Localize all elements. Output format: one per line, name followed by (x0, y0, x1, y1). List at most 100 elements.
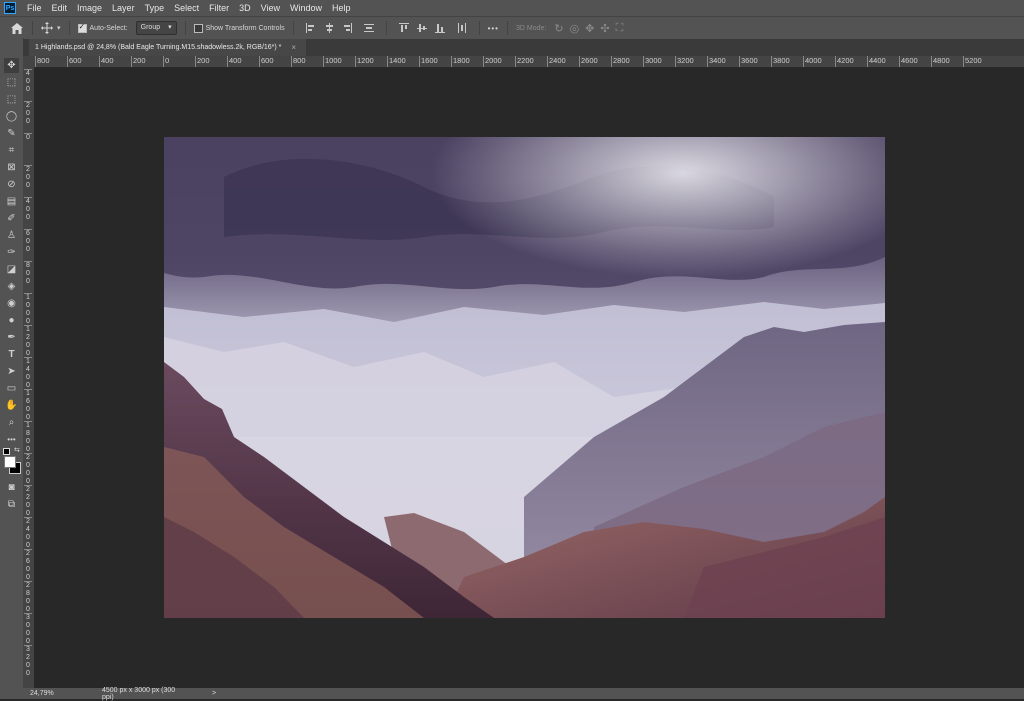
zoom-tool-icon[interactable]: ⌕ (4, 415, 19, 430)
default-colors-icon[interactable] (3, 448, 10, 455)
horizontal-ruler[interactable]: 800 600 400 200 0 200 400 600 800 1000 1200 1400 160… (23, 56, 1024, 68)
checkbox-checked-icon (77, 22, 87, 33)
vertical-ruler[interactable]: 4002000200400600800100012001400160018002… (23, 67, 35, 688)
scale-3d-icon[interactable]: ⛶ (616, 22, 624, 35)
status-bar: 24,79% 4500 px x 3000 px (300 ppi) > (0, 687, 1024, 701)
eyedropper-tool-icon[interactable]: ⊘ (4, 177, 19, 192)
foreground-color-swatch[interactable] (4, 456, 16, 468)
show-transform-controls-checkbox[interactable]: Show Transform Controls (193, 23, 285, 33)
ruler-tick-label: 600 (67, 56, 82, 67)
swap-colors-icon[interactable]: ⇆ (14, 446, 20, 454)
lasso-tool-icon[interactable]: ◯ (4, 109, 19, 124)
checkbox-unchecked-icon (193, 23, 203, 33)
menu-edit[interactable]: Edit (47, 0, 73, 16)
close-icon[interactable]: × (291, 43, 296, 52)
pen-tool-icon[interactable]: ✒ (4, 330, 19, 345)
zoom-level[interactable]: 24,79% (0, 690, 88, 697)
align-right-edges-icon[interactable] (342, 23, 352, 33)
align-bottom-edges-icon[interactable] (434, 23, 445, 33)
more-options-button[interactable]: ••• (488, 24, 499, 33)
ruler-tick-label: 4000 (803, 56, 822, 67)
menu-bar: Ps File Edit Image Layer Type Select Fil… (0, 0, 1024, 16)
status-menu-arrow-icon[interactable]: > (212, 690, 216, 697)
clone-stamp-tool-icon[interactable]: ♙ (4, 228, 19, 243)
paint-bucket-tool-icon[interactable]: ◈ (4, 279, 19, 294)
ruler-tick-label: 5200 (963, 56, 982, 67)
ruler-tick-label: 1800 (24, 421, 32, 454)
ruler-tick-label: 1200 (355, 56, 374, 67)
home-icon[interactable] (10, 21, 24, 35)
document-tab-title: 1 Highlands.psd @ 24,8% (Bald Eagle Turn… (35, 44, 282, 51)
align-vertical-centers-icon[interactable] (416, 23, 427, 33)
ruler-tick-label: 2000 (483, 56, 502, 67)
ruler-tick-label: 200 (24, 101, 32, 126)
menu-file[interactable]: File (22, 0, 47, 16)
slide-3d-icon[interactable]: ✣ (600, 22, 609, 35)
menu-image[interactable]: Image (72, 0, 107, 16)
align-horizontal-centers-icon[interactable] (324, 23, 334, 33)
auto-select-checkbox[interactable]: Auto-Select: (77, 22, 128, 33)
ruler-tick-label: 1600 (419, 56, 438, 67)
menu-help[interactable]: Help (327, 0, 356, 16)
drag-3d-icon[interactable]: ✥ (585, 22, 594, 35)
artboard-tool-icon[interactable]: ⬚ (4, 75, 19, 90)
eraser-tool-icon[interactable]: ◪ (4, 262, 19, 277)
quick-mask-icon[interactable]: ◙ (4, 480, 19, 495)
ruler-tick-label: 3800 (771, 56, 790, 67)
menu-type[interactable]: Type (140, 0, 170, 16)
chevron-down-icon[interactable]: ▾ (57, 24, 61, 32)
canvas-area[interactable] (35, 68, 1024, 688)
menu-filter[interactable]: Filter (204, 0, 234, 16)
ruler-tick-label: 2000 (24, 453, 32, 486)
path-selection-tool-icon[interactable]: ➤ (4, 364, 19, 379)
ruler-tick-label: 2400 (24, 517, 32, 550)
move-tool-icon[interactable]: ✥ (4, 58, 19, 73)
document-image[interactable] (164, 137, 885, 618)
ruler-tick-label: 4600 (899, 56, 918, 67)
ruler-tick-label: 1400 (387, 56, 406, 67)
menu-window[interactable]: Window (285, 0, 327, 16)
photoshop-logo-icon: Ps (4, 2, 16, 14)
dodge-tool-icon[interactable]: ● (4, 313, 19, 328)
blur-tool-icon[interactable]: ◉ (4, 296, 19, 311)
color-swatches[interactable]: ⇆ (3, 446, 21, 476)
crop-tool-icon[interactable]: ⌗ (4, 143, 19, 158)
hand-tool-icon[interactable]: ✋ (4, 398, 19, 413)
rectangle-tool-icon[interactable]: ▭ (4, 381, 19, 396)
ruler-tick-label: 1200 (24, 325, 32, 358)
healing-brush-tool-icon[interactable]: ▤ (4, 194, 19, 209)
ruler-tick-label: 2200 (515, 56, 534, 67)
ruler-tick-label: 800 (24, 261, 32, 286)
align-top-edges-icon[interactable] (398, 23, 409, 33)
history-brush-tool-icon[interactable]: ✑ (4, 245, 19, 260)
orbit-3d-icon[interactable]: ↻ (554, 22, 563, 35)
menu-view[interactable]: View (256, 0, 285, 16)
document-tab[interactable]: 1 Highlands.psd @ 24,8% (Bald Eagle Turn… (29, 39, 307, 56)
ruler-tick-label: 800 (291, 56, 306, 67)
brush-tool-icon[interactable]: ✐ (4, 211, 19, 226)
type-tool-icon[interactable]: T (4, 347, 19, 362)
chevron-down-icon: ▾ (168, 24, 172, 31)
quick-selection-tool-icon[interactable]: ✎ (4, 126, 19, 141)
ruler-tick-label: 3000 (643, 56, 662, 67)
distribute-vertical-icon[interactable] (363, 23, 374, 33)
ruler-tick-label: 1000 (24, 293, 32, 326)
edit-toolbar-icon[interactable]: ••• (4, 432, 19, 447)
menu-select[interactable]: Select (169, 0, 204, 16)
distribute-horizontal-icon[interactable] (457, 23, 467, 33)
align-left-edges-icon[interactable] (305, 23, 316, 33)
ruler-tick-label: 200 (24, 165, 32, 190)
move-tool-preset-icon[interactable] (41, 22, 53, 34)
frame-tool-icon[interactable]: ⊠ (4, 160, 19, 175)
menu-3d[interactable]: 3D (234, 0, 256, 16)
3d-mode-label: 3D Mode: (515, 24, 547, 32)
auto-select-target-value: Group (140, 24, 161, 31)
ruler-tick-label: 400 (227, 56, 242, 67)
ruler-tick-label: 1400 (24, 357, 32, 390)
marquee-tool-icon[interactable]: ⬚ (4, 92, 19, 107)
menu-layer[interactable]: Layer (107, 0, 140, 16)
screen-mode-icon[interactable]: ⧉ (4, 497, 19, 512)
roll-3d-icon[interactable]: ◎ (570, 22, 580, 35)
auto-select-target-dropdown[interactable]: Group ▾ (135, 21, 177, 35)
ruler-tick-label: 1000 (323, 56, 342, 67)
